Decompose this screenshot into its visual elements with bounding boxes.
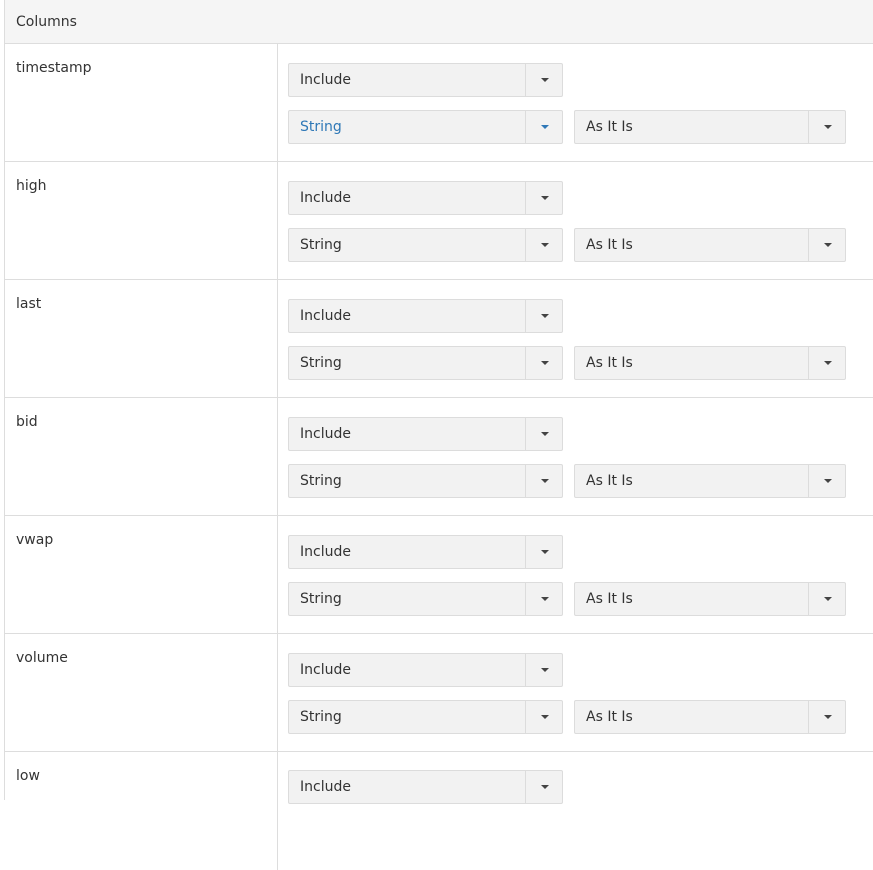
chevron-down-icon (525, 654, 562, 686)
column-name: vwap (16, 532, 54, 548)
row-divider (277, 752, 278, 870)
column-row-timestamp: timestamp Include String As It Is (5, 44, 873, 162)
column-name: timestamp (16, 60, 92, 76)
type-select-value: String (300, 473, 342, 489)
chevron-down-icon (525, 64, 562, 96)
type-select-value: String (300, 119, 342, 135)
chevron-down-icon (808, 347, 845, 379)
row-divider (277, 516, 278, 633)
type-select[interactable]: String (288, 582, 563, 616)
include-select-value: Include (300, 308, 351, 324)
chevron-down-icon (808, 111, 845, 143)
include-select-value: Include (300, 190, 351, 206)
column-name: bid (16, 414, 38, 430)
include-select[interactable]: Include (288, 299, 563, 333)
format-select[interactable]: As It Is (574, 110, 846, 144)
column-name: volume (16, 650, 68, 666)
column-row-high: high Include String As It Is (5, 162, 873, 280)
chevron-down-icon (525, 111, 562, 143)
type-select[interactable]: String (288, 110, 563, 144)
chevron-down-icon (808, 229, 845, 261)
columns-panel: Columns timestamp Include String As It I… (4, 0, 873, 870)
chevron-down-icon (808, 583, 845, 615)
column-name: last (16, 296, 42, 312)
include-select[interactable]: Include (288, 653, 563, 687)
chevron-down-icon (525, 701, 562, 733)
chevron-down-icon (525, 583, 562, 615)
row-divider (277, 634, 278, 751)
chevron-down-icon (525, 182, 562, 214)
column-row-low: low Include (5, 752, 873, 870)
format-select-value: As It Is (586, 473, 633, 489)
format-select[interactable]: As It Is (574, 464, 846, 498)
type-select[interactable]: String (288, 700, 563, 734)
row-divider (277, 280, 278, 397)
chevron-down-icon (525, 347, 562, 379)
type-select-value: String (300, 237, 342, 253)
type-select-value: String (300, 709, 342, 725)
format-select-value: As It Is (586, 591, 633, 607)
column-name: high (16, 178, 47, 194)
chevron-down-icon (525, 229, 562, 261)
panel-title: Columns (5, 0, 873, 44)
format-select-value: As It Is (586, 237, 633, 253)
row-divider (277, 162, 278, 279)
format-select[interactable]: As It Is (574, 346, 846, 380)
format-select-value: As It Is (586, 355, 633, 371)
include-select[interactable]: Include (288, 63, 563, 97)
chevron-down-icon (525, 771, 562, 803)
include-select-value: Include (300, 779, 351, 795)
column-row-bid: bid Include String As It Is (5, 398, 873, 516)
include-select[interactable]: Include (288, 770, 563, 804)
format-select-value: As It Is (586, 709, 633, 725)
type-select[interactable]: String (288, 464, 563, 498)
row-divider (277, 398, 278, 515)
type-select[interactable]: String (288, 346, 563, 380)
chevron-down-icon (525, 418, 562, 450)
format-select[interactable]: As It Is (574, 582, 846, 616)
column-row-volume: volume Include String As It Is (5, 634, 873, 752)
format-select-value: As It Is (586, 119, 633, 135)
type-select-value: String (300, 355, 342, 371)
include-select[interactable]: Include (288, 535, 563, 569)
include-select[interactable]: Include (288, 181, 563, 215)
type-select-value: String (300, 591, 342, 607)
column-row-last: last Include String As It Is (5, 280, 873, 398)
chevron-down-icon (808, 701, 845, 733)
type-select[interactable]: String (288, 228, 563, 262)
include-select-value: Include (300, 426, 351, 442)
column-row-vwap: vwap Include String As It Is (5, 516, 873, 634)
chevron-down-icon (808, 465, 845, 497)
chevron-down-icon (525, 536, 562, 568)
include-select[interactable]: Include (288, 417, 563, 451)
column-name: low (16, 768, 40, 784)
format-select[interactable]: As It Is (574, 228, 846, 262)
chevron-down-icon (525, 465, 562, 497)
include-select-value: Include (300, 544, 351, 560)
chevron-down-icon (525, 300, 562, 332)
format-select[interactable]: As It Is (574, 700, 846, 734)
include-select-value: Include (300, 662, 351, 678)
include-select-value: Include (300, 72, 351, 88)
row-divider (277, 44, 278, 161)
